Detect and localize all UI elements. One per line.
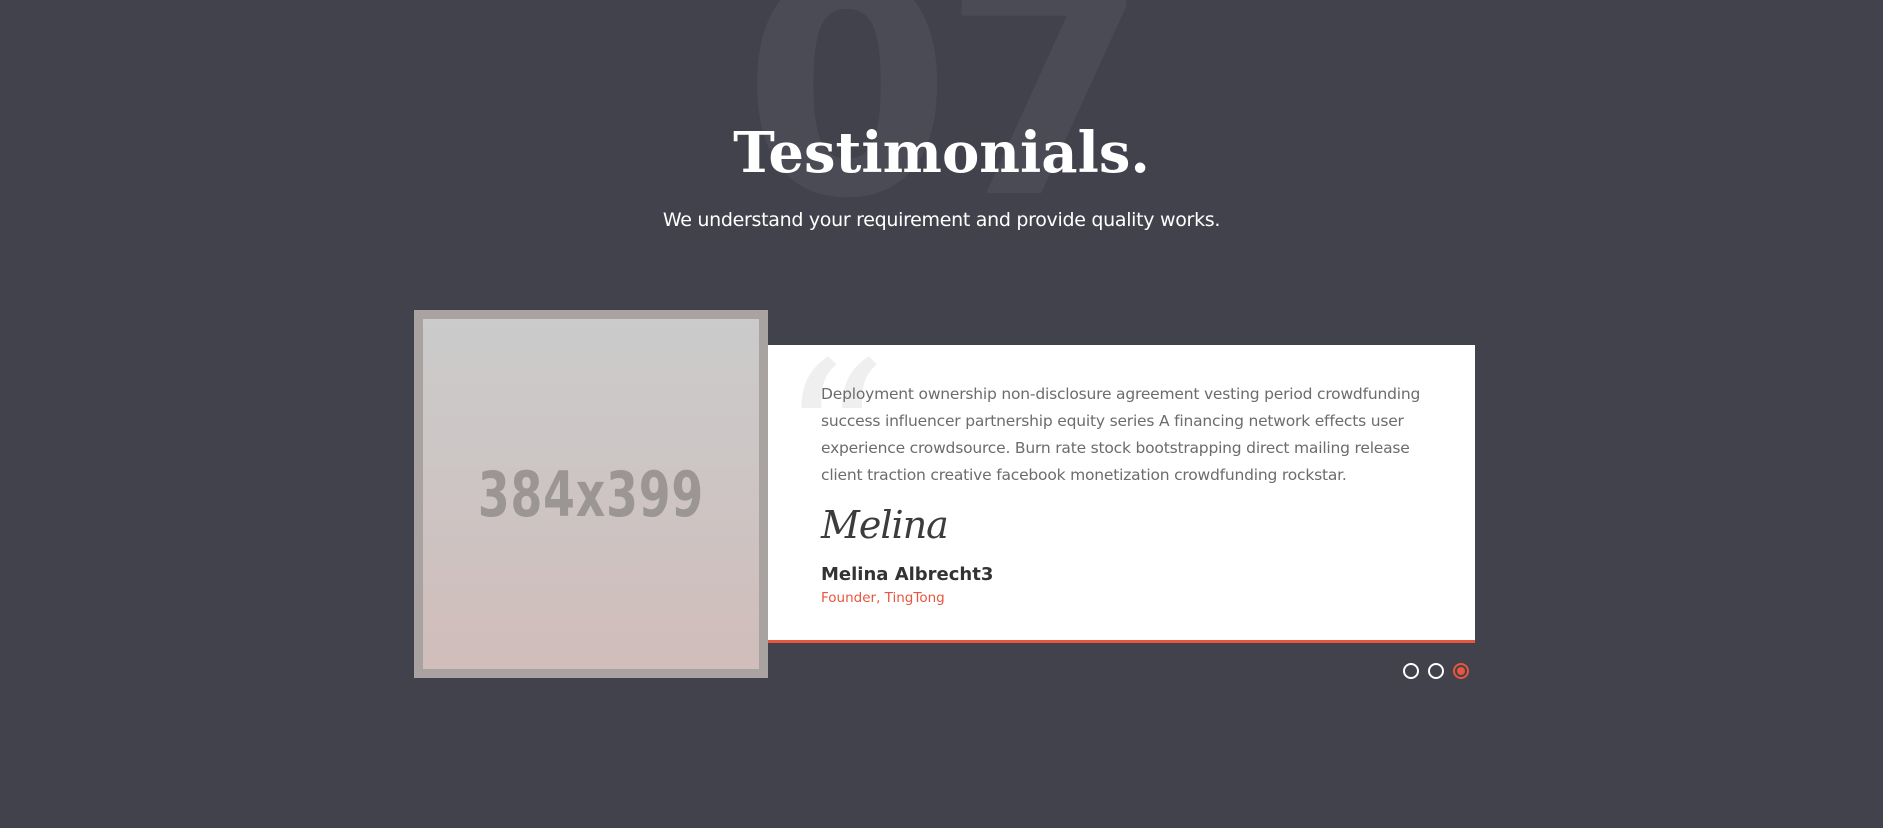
carousel-dot-1[interactable]: [1403, 663, 1419, 679]
testimonial-photo: 384x399: [423, 319, 759, 669]
photo-placeholder-label: 384x399: [477, 457, 705, 531]
author-name: Melina Albrecht3: [821, 564, 994, 585]
author-signature: Melina: [821, 503, 949, 547]
carousel-dot-2[interactable]: [1428, 663, 1444, 679]
testimonial-card: “ Deployment ownership non-disclosure ag…: [768, 335, 1475, 643]
author-role: Founder, TingTong: [821, 590, 945, 606]
section-title: Testimonials.: [733, 120, 1150, 186]
testimonial-text: Deployment ownership non-disclosure agre…: [821, 385, 1421, 484]
carousel-dot-3[interactable]: [1453, 663, 1469, 679]
testimonial-photo-frame: 384x399: [414, 310, 768, 678]
section-subtitle: We understand your requirement and provi…: [662, 209, 1221, 231]
carousel-pagination: [1403, 663, 1469, 679]
